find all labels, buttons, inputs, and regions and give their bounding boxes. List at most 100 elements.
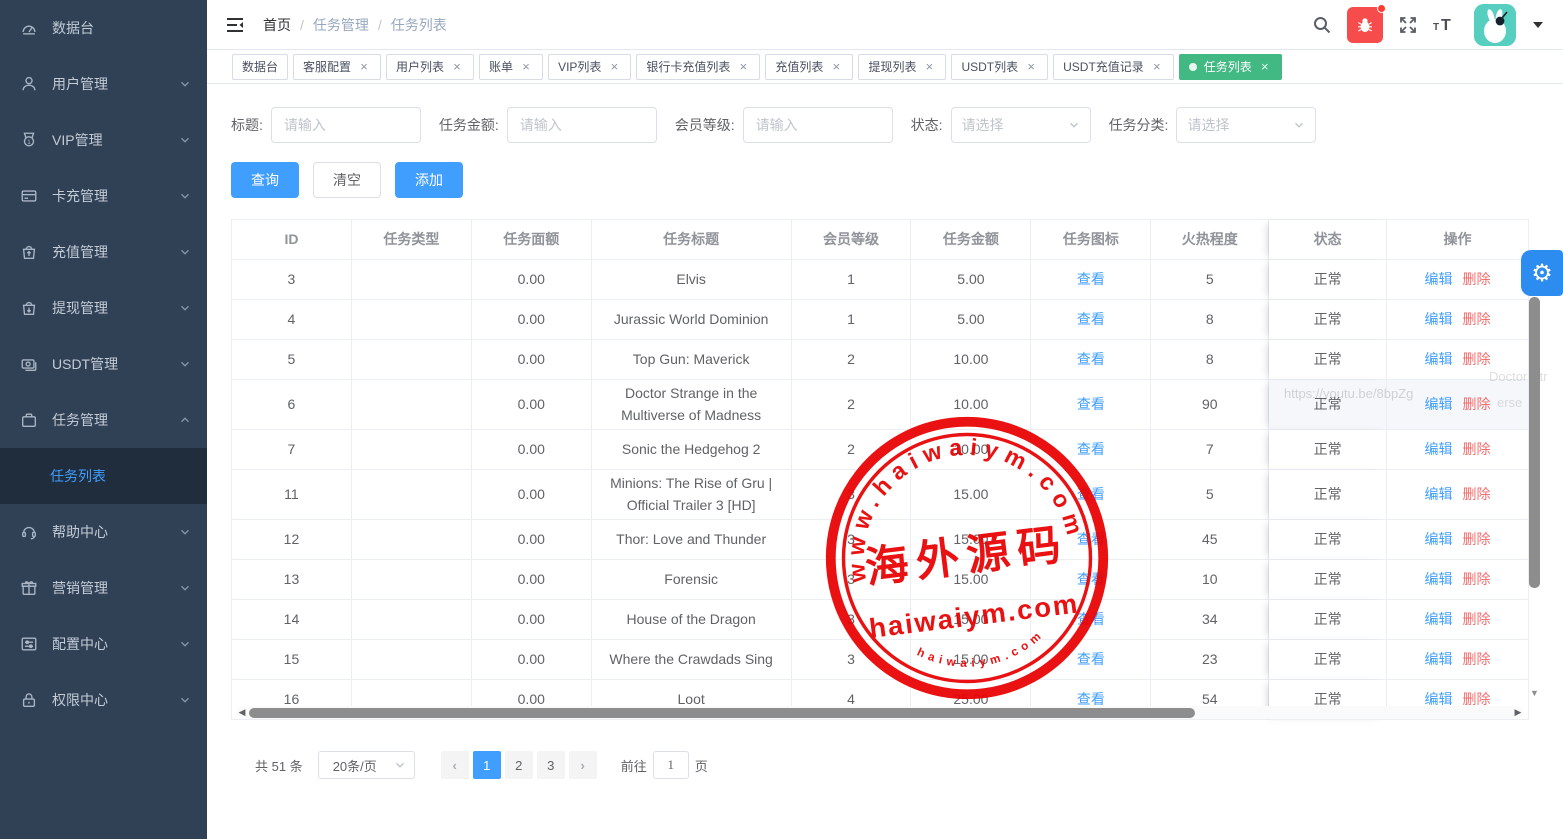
scroll-left-arrow[interactable]: ◀ [237,706,247,719]
view-link[interactable]: 查看 [1077,568,1105,590]
scroll-right-arrow[interactable]: ▶ [1513,706,1523,719]
breadcrumb-level1[interactable]: 任务管理 [313,15,369,35]
task-category-select[interactable]: 请选择 [1176,107,1316,143]
task-amount-input[interactable] [507,107,657,143]
tab-dashboard[interactable]: 数据台 [232,54,288,80]
delete-link[interactable]: 删除 [1463,348,1491,370]
goto-page-input[interactable] [653,751,689,779]
tab-usdt-recharge-log[interactable]: USDT充值记录× [1053,54,1174,80]
delete-link[interactable]: 删除 [1463,608,1491,630]
edit-link[interactable]: 编辑 [1425,393,1453,415]
close-icon[interactable]: × [829,60,843,74]
edit-link[interactable]: 编辑 [1425,438,1453,460]
edit-link[interactable]: 编辑 [1425,348,1453,370]
view-link[interactable]: 查看 [1077,308,1105,330]
sidebar-item-tasks[interactable]: 任务管理 [0,392,207,448]
close-icon[interactable]: × [519,60,533,74]
cell-operations: 编辑删除 [1387,340,1529,380]
view-link[interactable]: 查看 [1077,268,1105,290]
tab-bankcard-recharge-list[interactable]: 银行卡充值列表× [636,54,760,80]
close-icon[interactable]: × [1024,60,1038,74]
next-page-button[interactable]: › [569,751,597,779]
page-button-1[interactable]: 1 [473,751,501,779]
chevron-down-icon[interactable] [1533,22,1543,28]
edit-link[interactable]: 编辑 [1425,483,1453,505]
tab-service-config[interactable]: 客服配置× [293,54,381,80]
cell-task-title: Sonic the Hedgehog 2 [592,430,792,470]
search-button[interactable]: 查询 [231,162,299,198]
sidebar-item-users[interactable]: 用户管理 [0,56,207,112]
sidebar-item-dashboard[interactable]: 数据台 [0,0,207,56]
horizontal-scrollbar[interactable]: ◀ ▶ [237,706,1523,719]
prev-page-button[interactable]: ‹ [441,751,469,779]
status-select[interactable]: 请选择 [951,107,1091,143]
sidebar-item-config[interactable]: 配置中心 [0,616,207,672]
tab-recharge-list[interactable]: 充值列表× [765,54,853,80]
scroll-down-arrow[interactable]: ▼ [1529,688,1540,698]
clear-button[interactable]: 清空 [313,162,381,198]
delete-link[interactable]: 删除 [1463,483,1491,505]
tab-bills[interactable]: 账单× [479,54,543,80]
search-icon[interactable] [1312,15,1332,35]
delete-link[interactable]: 删除 [1463,438,1491,460]
breadcrumb-home[interactable]: 首页 [263,15,291,35]
page-size-select[interactable]: 20条/页 [318,751,415,779]
tab-withdraw-list[interactable]: 提现列表× [858,54,946,80]
fullscreen-icon[interactable] [1398,15,1418,35]
member-level-input[interactable] [743,107,893,143]
page-button-2[interactable]: 2 [505,751,533,779]
vertical-scrollbar-thumb[interactable] [1529,297,1540,588]
cell-operations: 编辑删除 [1387,260,1529,300]
tab-usdt-list[interactable]: USDT列表× [951,54,1048,80]
close-icon[interactable]: × [1258,60,1272,74]
sidebar-item-withdraw[interactable]: 提现管理 [0,280,207,336]
font-size-icon[interactable]: T T [1433,15,1459,35]
cell-operations: 编辑删除 [1387,470,1529,520]
view-link[interactable]: 查看 [1077,348,1105,370]
add-button[interactable]: 添加 [395,162,463,198]
sidebar-item-usdt[interactable]: USDT管理 [0,336,207,392]
delete-link[interactable]: 删除 [1463,308,1491,330]
cell-id: 5 [232,340,352,380]
tab-user-list[interactable]: 用户列表× [386,54,474,80]
sidebar-item-recharge[interactable]: 充值管理 [0,224,207,280]
sidebar-item-card[interactable]: 卡充管理 [0,168,207,224]
edit-link[interactable]: 编辑 [1425,308,1453,330]
edit-link[interactable]: 编辑 [1425,268,1453,290]
edit-link[interactable]: 编辑 [1425,648,1453,670]
view-link[interactable]: 查看 [1077,648,1105,670]
sidebar-collapse-icon[interactable] [225,15,245,35]
close-icon[interactable]: × [357,60,371,74]
title-input[interactable] [271,107,421,143]
sidebar-item-vip[interactable]: 1VIP管理 [0,112,207,168]
close-icon[interactable]: × [1150,60,1164,74]
close-icon[interactable]: × [607,60,621,74]
delete-link[interactable]: 删除 [1463,268,1491,290]
tab-task-list[interactable]: 任务列表× [1179,54,1282,80]
close-icon[interactable]: × [736,60,750,74]
settings-gear-button[interactable]: ⚙ [1521,250,1563,296]
view-link[interactable]: 查看 [1077,483,1105,505]
sidebar-item-help[interactable]: 帮助中心 [0,504,207,560]
view-link[interactable]: 查看 [1077,393,1105,415]
sidebar-item-task-list[interactable]: 任务列表 [0,448,207,504]
page-button-3[interactable]: 3 [537,751,565,779]
delete-link[interactable]: 删除 [1463,393,1491,415]
close-icon[interactable]: × [922,60,936,74]
sidebar-item-marketing[interactable]: 营销管理 [0,560,207,616]
delete-link[interactable]: 删除 [1463,568,1491,590]
close-icon[interactable]: × [450,60,464,74]
edit-link[interactable]: 编辑 [1425,568,1453,590]
delete-link[interactable]: 删除 [1463,528,1491,550]
delete-link[interactable]: 删除 [1463,648,1491,670]
view-link[interactable]: 查看 [1077,608,1105,630]
avatar[interactable] [1474,4,1516,46]
view-link[interactable]: 查看 [1077,438,1105,460]
tab-vip-list[interactable]: VIP列表× [548,54,631,80]
error-log-button[interactable] [1347,7,1383,43]
edit-link[interactable]: 编辑 [1425,608,1453,630]
sidebar-item-permission[interactable]: 权限中心 [0,672,207,728]
edit-link[interactable]: 编辑 [1425,528,1453,550]
horizontal-scrollbar-thumb[interactable] [249,708,1195,718]
view-link[interactable]: 查看 [1077,528,1105,550]
